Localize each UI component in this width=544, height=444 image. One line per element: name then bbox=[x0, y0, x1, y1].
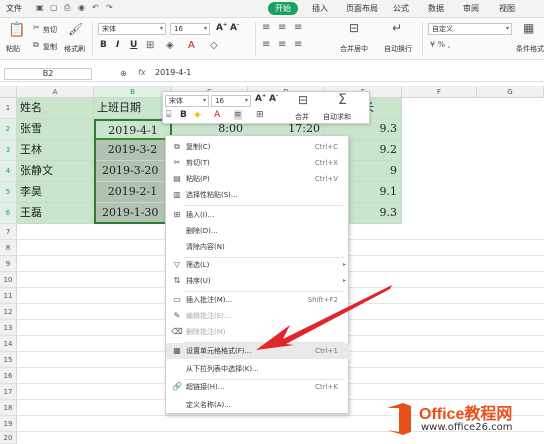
logo-title: Office教程网 bbox=[419, 406, 513, 423]
office-logo-icon bbox=[387, 403, 411, 435]
arrow-shape bbox=[256, 285, 392, 350]
logo-url: www.office26.com bbox=[421, 422, 513, 433]
annotation-arrow bbox=[256, 285, 392, 350]
watermark-logo: Office教程网 www.office26.com bbox=[383, 398, 541, 440]
